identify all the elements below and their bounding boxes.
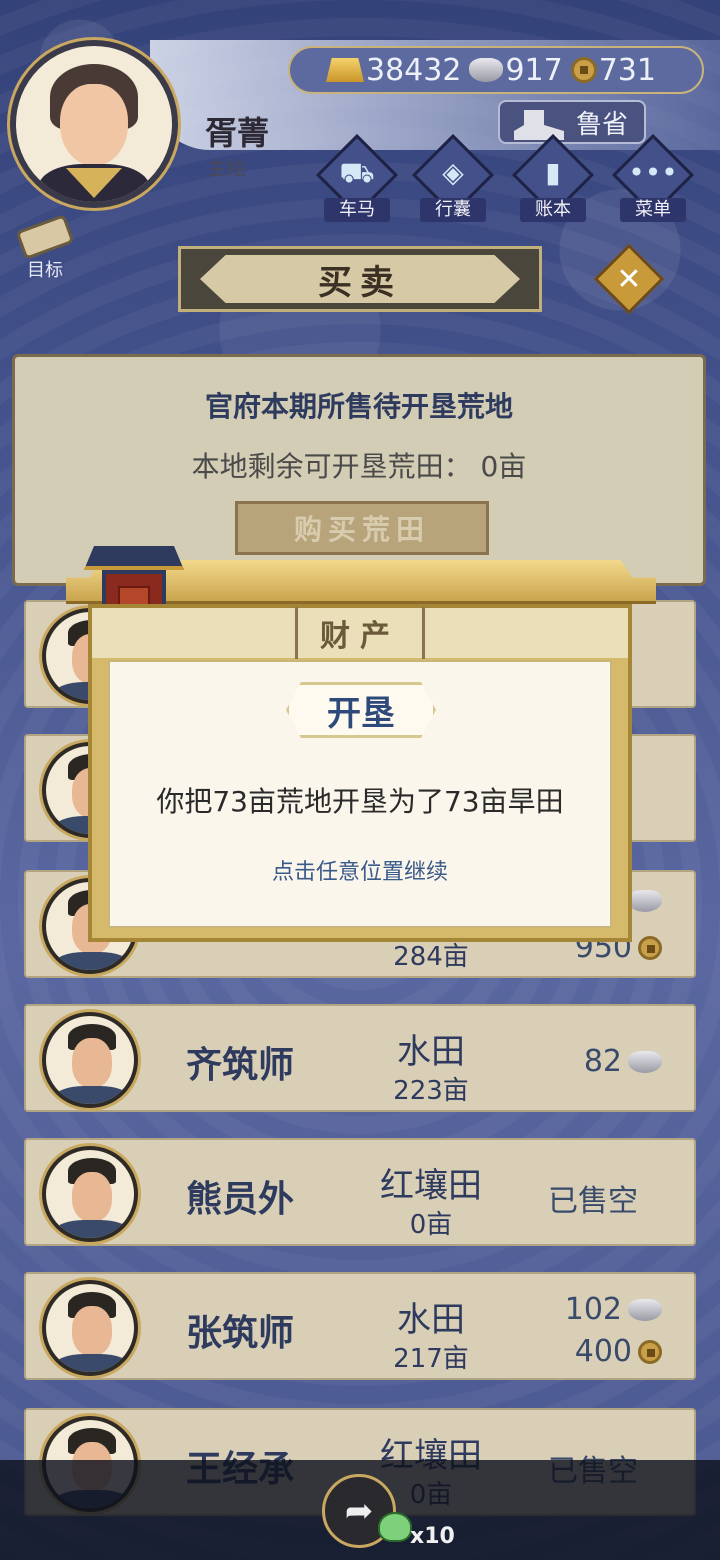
nav-label: 车马: [324, 198, 390, 222]
wasteland-title: 官府本期所售待开垦荒地: [204, 390, 513, 423]
coin-amount: 731: [598, 52, 656, 88]
land-area: 223亩: [393, 1076, 469, 1106]
province-label: 鲁省: [575, 109, 628, 140]
event-dialog[interactable]: 财产 开垦 你把73亩荒地开垦为了73亩旱田 点击任意位置继续: [88, 604, 632, 942]
share-icon: ➦: [344, 1491, 374, 1531]
top-header: 胥菁 主绘 38432 917 731 鲁省 ⛟ 车马 ◈ 行囊 ▮ 账本 ••…: [0, 0, 720, 281]
page-title: 买卖: [200, 255, 520, 303]
silver-price-value: 82: [583, 1044, 622, 1079]
coin-price-value: 400: [574, 1334, 632, 1369]
table-row[interactable]: 齐筑师 水田 223亩 82: [24, 1004, 696, 1112]
copper-coin-icon: [638, 1339, 662, 1364]
seller-portrait: [42, 1280, 138, 1376]
land-type: 水田: [397, 1032, 465, 1072]
copper-coin-icon: [638, 935, 662, 960]
bag-icon: ◈: [442, 156, 464, 189]
table-row[interactable]: 张筑师 水田 217亩 102 400: [24, 1272, 696, 1380]
buy-wasteland-button[interactable]: 购买荒田: [235, 501, 489, 555]
frog-icon: [378, 1512, 412, 1542]
seller-name: 齐筑师: [186, 1045, 295, 1086]
wasteland-remaining: 本地剩余可开垦荒田： 0亩: [191, 450, 527, 483]
silver-amount: 917: [505, 52, 563, 88]
price-silver: 82: [584, 1044, 662, 1079]
coin-balance: 731: [570, 52, 656, 88]
ledger-icon: ▮: [545, 156, 561, 189]
target-label: 目标: [27, 260, 63, 281]
land-type: 水田: [397, 1300, 465, 1340]
land-area: 217亩: [393, 1344, 469, 1374]
price-coin: 400: [575, 1334, 662, 1369]
dialog-header: 财产: [92, 607, 628, 659]
silver-ingot-icon: [469, 58, 504, 82]
land-type: 红壤田: [380, 1166, 482, 1206]
nav-bag-button[interactable]: ◈ 行囊: [411, 133, 495, 222]
avatar-face: [60, 84, 128, 166]
seller-name: 张筑师: [186, 1313, 295, 1354]
currency-bar: 38432 917 731: [288, 46, 704, 94]
seller-portrait: [42, 1012, 138, 1108]
silver-ingot-icon: [628, 890, 662, 912]
player-avatar[interactable]: [10, 40, 178, 208]
event-message: 你把73亩荒地开垦为了73亩旱田: [156, 785, 564, 818]
silver-price-value: 102: [564, 1292, 622, 1327]
price-silver: 102: [565, 1292, 662, 1327]
page-title-banner: 买卖: [178, 246, 542, 312]
close-icon: ✕: [616, 261, 642, 297]
dialog-category: 财产: [295, 607, 425, 659]
nav-label: 账本: [520, 198, 586, 222]
continue-hint: 点击任意位置继续: [271, 860, 448, 885]
menu-dots-icon: •••: [628, 156, 678, 189]
carriage-icon: ⛟: [339, 156, 375, 189]
price-silver: [628, 890, 662, 912]
province-button[interactable]: 鲁省: [498, 100, 646, 144]
scroll-icon: [15, 214, 75, 260]
player-name: 胥菁: [205, 114, 270, 152]
silver-balance: 917: [469, 52, 563, 88]
official-seal-icon: [514, 110, 564, 140]
nav-ledger-button[interactable]: ▮ 账本: [511, 133, 595, 222]
gold-balance: 38432: [326, 53, 461, 88]
target-button[interactable]: 目标: [10, 214, 80, 282]
seller-name: 熊员外: [186, 1179, 295, 1220]
silver-ingot-icon: [628, 1298, 662, 1321]
nav-menu-button[interactable]: ••• 菜单: [611, 133, 695, 222]
sold-out-label: 已售空: [548, 1184, 638, 1219]
share-count: x10: [410, 1524, 455, 1549]
nav-label: 菜单: [620, 198, 686, 222]
player-title: 主绘: [207, 156, 247, 180]
gold-bar-icon: [326, 58, 364, 82]
gold-amount: 38432: [366, 52, 462, 88]
event-title: 开垦: [286, 682, 436, 738]
silver-ingot-icon: [628, 1050, 662, 1073]
dialog-content[interactable]: 开垦 你把73亩荒地开垦为了73亩旱田 点击任意位置继续: [108, 660, 612, 928]
copper-coin-icon: [570, 57, 597, 83]
land-area: 0亩: [409, 1210, 453, 1240]
seller-portrait: [42, 1146, 138, 1242]
nav-carriage-button[interactable]: ⛟ 车马: [315, 133, 399, 222]
nav-label: 行囊: [420, 198, 486, 222]
table-row[interactable]: 熊员外 红壤田 0亩 已售空: [24, 1138, 696, 1246]
